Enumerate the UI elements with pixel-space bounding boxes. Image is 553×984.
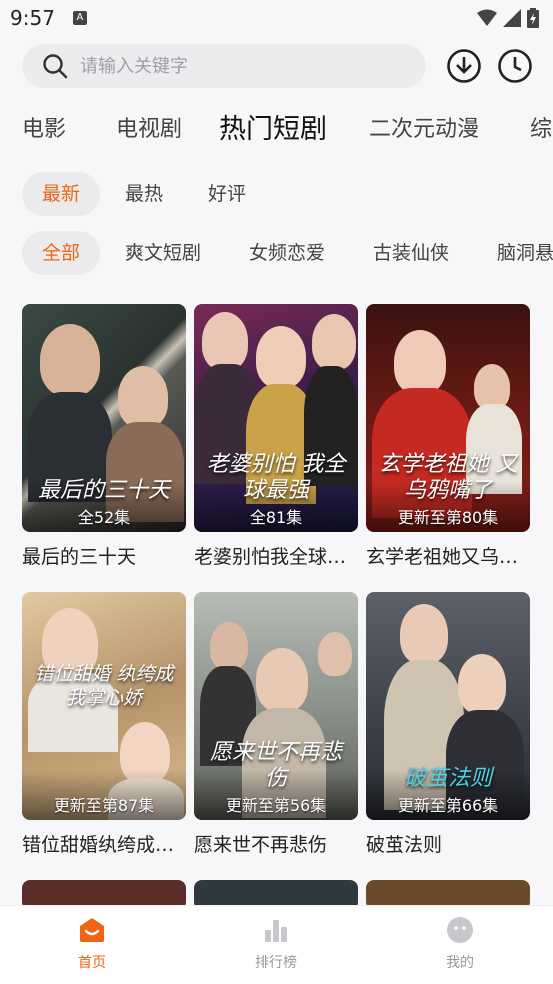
sort-filter-row: 最新 最热 好评 xyxy=(0,172,553,218)
episode-badge: 更新至第87集 xyxy=(53,796,155,815)
drama-card[interactable]: 破茧法则 更新至第66集 破茧法则 xyxy=(366,592,530,857)
drama-title: 玄学老祖她又乌… xyxy=(366,546,519,568)
category-tabs: 电影 电视剧 热门短剧 二次元动漫 综 xyxy=(0,108,553,152)
category-tab-short-drama[interactable]: 热门短剧 xyxy=(219,108,327,152)
category-tab-anime[interactable]: 二次元动漫 xyxy=(369,108,479,152)
drama-poster[interactable]: 愿来世不再悲伤 更新至第56集 xyxy=(194,592,358,820)
episode-badge: 全81集 xyxy=(249,508,303,527)
drama-poster[interactable]: 破茧法则 更新至第66集 xyxy=(366,592,530,820)
drama-title: 破茧法则 xyxy=(366,834,443,856)
drama-title: 错位甜婚纨绔成… xyxy=(22,834,175,856)
drama-card[interactable]: 玄学老祖她 又乌鸦嘴了 更新至第80集 玄学老祖她又乌… xyxy=(366,304,530,569)
bottom-tab-bar: 首页 排行榜 我的 xyxy=(0,905,553,984)
search-bar[interactable] xyxy=(22,44,426,88)
bar-chart-icon xyxy=(265,920,287,942)
genre-chip-brain-hole[interactable]: 脑洞悬 xyxy=(477,231,553,275)
drama-poster[interactable]: 玄学老祖她 又乌鸦嘴了 更新至第80集 xyxy=(366,304,530,532)
status-time: 9:57 xyxy=(10,6,55,30)
signal-icon xyxy=(503,9,521,27)
drama-poster[interactable]: 老婆别怕 我全球最强 全81集 xyxy=(194,304,358,532)
drama-title: 老婆别怕我全球… xyxy=(194,546,347,568)
poster-title-art: 最后的三十天 xyxy=(37,478,170,503)
genre-filter-row: 全部 爽文短剧 女频恋爱 古装仙侠 脑洞悬 xyxy=(0,231,553,277)
drama-card[interactable]: 老婆别怕 我全球最强 全81集 老婆别怕我全球… xyxy=(194,304,358,569)
smiley-face-icon xyxy=(447,917,473,943)
sort-chip-newest[interactable]: 最新 xyxy=(22,172,101,216)
poster-title-art: 破茧法则 xyxy=(403,766,492,791)
tab-ranking-label: 排行榜 xyxy=(255,955,297,971)
home-icon xyxy=(80,918,104,942)
drama-title: 最后的三十天 xyxy=(22,546,137,568)
notification-a-icon: A xyxy=(72,11,87,25)
genre-chip-romance[interactable]: 女频恋爱 xyxy=(229,231,345,275)
episode-badge: 更新至第66集 xyxy=(397,796,499,815)
category-tab-tv[interactable]: 电视剧 xyxy=(116,108,182,152)
genre-chip-all[interactable]: 全部 xyxy=(22,231,101,275)
drama-poster[interactable]: 错位甜婚 纨绔成我掌心娇 更新至第87集 xyxy=(22,592,186,820)
tab-home[interactable]: 首页 xyxy=(42,916,142,972)
tab-profile[interactable]: 我的 xyxy=(410,916,510,972)
drama-poster[interactable]: 最后的三十天 全52集 xyxy=(22,304,186,532)
drama-card[interactable]: 错位甜婚 纨绔成我掌心娇 更新至第87集 错位甜婚纨绔成… xyxy=(22,592,186,857)
episode-badge: 更新至第56集 xyxy=(225,796,327,815)
genre-chip-shuangwen[interactable]: 爽文短剧 xyxy=(105,231,221,275)
tab-ranking[interactable]: 排行榜 xyxy=(226,916,326,972)
status-bar: 9:57 A xyxy=(0,0,553,36)
download-icon[interactable] xyxy=(446,48,482,84)
battery-icon xyxy=(527,8,539,28)
category-tab-variety[interactable]: 综 xyxy=(530,108,552,152)
poster-title-art: 错位甜婚 纨绔成我掌心娇 xyxy=(34,663,174,709)
drama-card[interactable]: 愿来世不再悲伤 更新至第56集 愿来世不再悲伤 xyxy=(194,592,358,857)
search-input[interactable] xyxy=(78,54,382,78)
episode-badge: 更新至第80集 xyxy=(397,508,499,527)
history-clock-icon[interactable] xyxy=(497,48,533,84)
wifi-icon xyxy=(477,9,497,26)
sort-chip-hottest[interactable]: 最热 xyxy=(105,172,183,216)
search-icon xyxy=(43,54,68,79)
poster-title-art: 愿来世不再悲伤 xyxy=(209,740,342,791)
tab-home-label: 首页 xyxy=(78,955,106,971)
tab-profile-label: 我的 xyxy=(446,955,474,971)
episode-badge: 全52集 xyxy=(77,508,131,527)
drama-title: 愿来世不再悲伤 xyxy=(194,834,328,856)
genre-chip-xianxia[interactable]: 古装仙侠 xyxy=(353,231,469,275)
category-tab-movie[interactable]: 电影 xyxy=(22,108,66,152)
poster-title-art: 玄学老祖她 又乌鸦嘴了 xyxy=(378,452,518,503)
drama-card[interactable]: 最后的三十天 全52集 最后的三十天 xyxy=(22,304,186,569)
poster-title-art: 老婆别怕 我全球最强 xyxy=(206,452,346,503)
sort-chip-top-rated[interactable]: 好评 xyxy=(188,172,266,216)
